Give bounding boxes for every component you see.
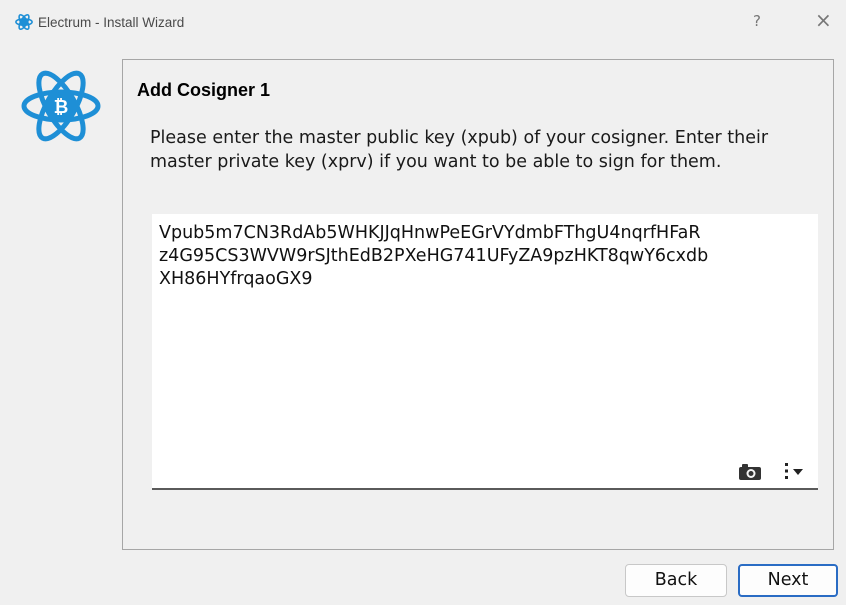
master-key-input[interactable]: Vpub5m7CN3RdAb5WHKJJqHnwPeEGrVYdmbFThgU4… bbox=[152, 214, 818, 490]
window-title: Electrum - Install Wizard bbox=[38, 15, 185, 30]
electrum-app-icon bbox=[15, 14, 33, 30]
master-key-value: Vpub5m7CN3RdAb5WHKJJqHnwPeEGrVYdmbFThgU4… bbox=[159, 222, 814, 291]
back-button[interactable]: Back bbox=[625, 564, 727, 597]
key-line: XH86HYfrqaoGX9 bbox=[159, 269, 313, 289]
instructions-text: Please enter the master public key (xpub… bbox=[150, 128, 769, 172]
close-button[interactable]: × bbox=[815, 10, 832, 30]
page-title: Add Cosigner 1 bbox=[137, 80, 271, 100]
key-line: Vpub5m7CN3RdAb5WHKJJqHnwPeEGrVYdmbFThgU4… bbox=[159, 223, 701, 243]
electrum-logo-icon: ₿ bbox=[21, 70, 101, 142]
cosigner-panel: Add Cosigner 1 Please enter the master p… bbox=[122, 59, 834, 550]
key-line: z4G95CS3WVW9rSJthEdB2PXeHG741UFyZA9pzHKT… bbox=[159, 246, 709, 266]
svg-text:₿: ₿ bbox=[54, 97, 69, 118]
title-bar: Electrum - Install Wizard ? × bbox=[0, 0, 846, 46]
help-button[interactable]: ? bbox=[753, 12, 761, 30]
install-wizard-window: Electrum - Install Wizard ? × ₿ Add Cosi… bbox=[0, 0, 846, 605]
next-button[interactable]: Next bbox=[738, 564, 838, 597]
menu-icon[interactable] bbox=[782, 462, 806, 480]
camera-icon[interactable] bbox=[739, 464, 761, 480]
